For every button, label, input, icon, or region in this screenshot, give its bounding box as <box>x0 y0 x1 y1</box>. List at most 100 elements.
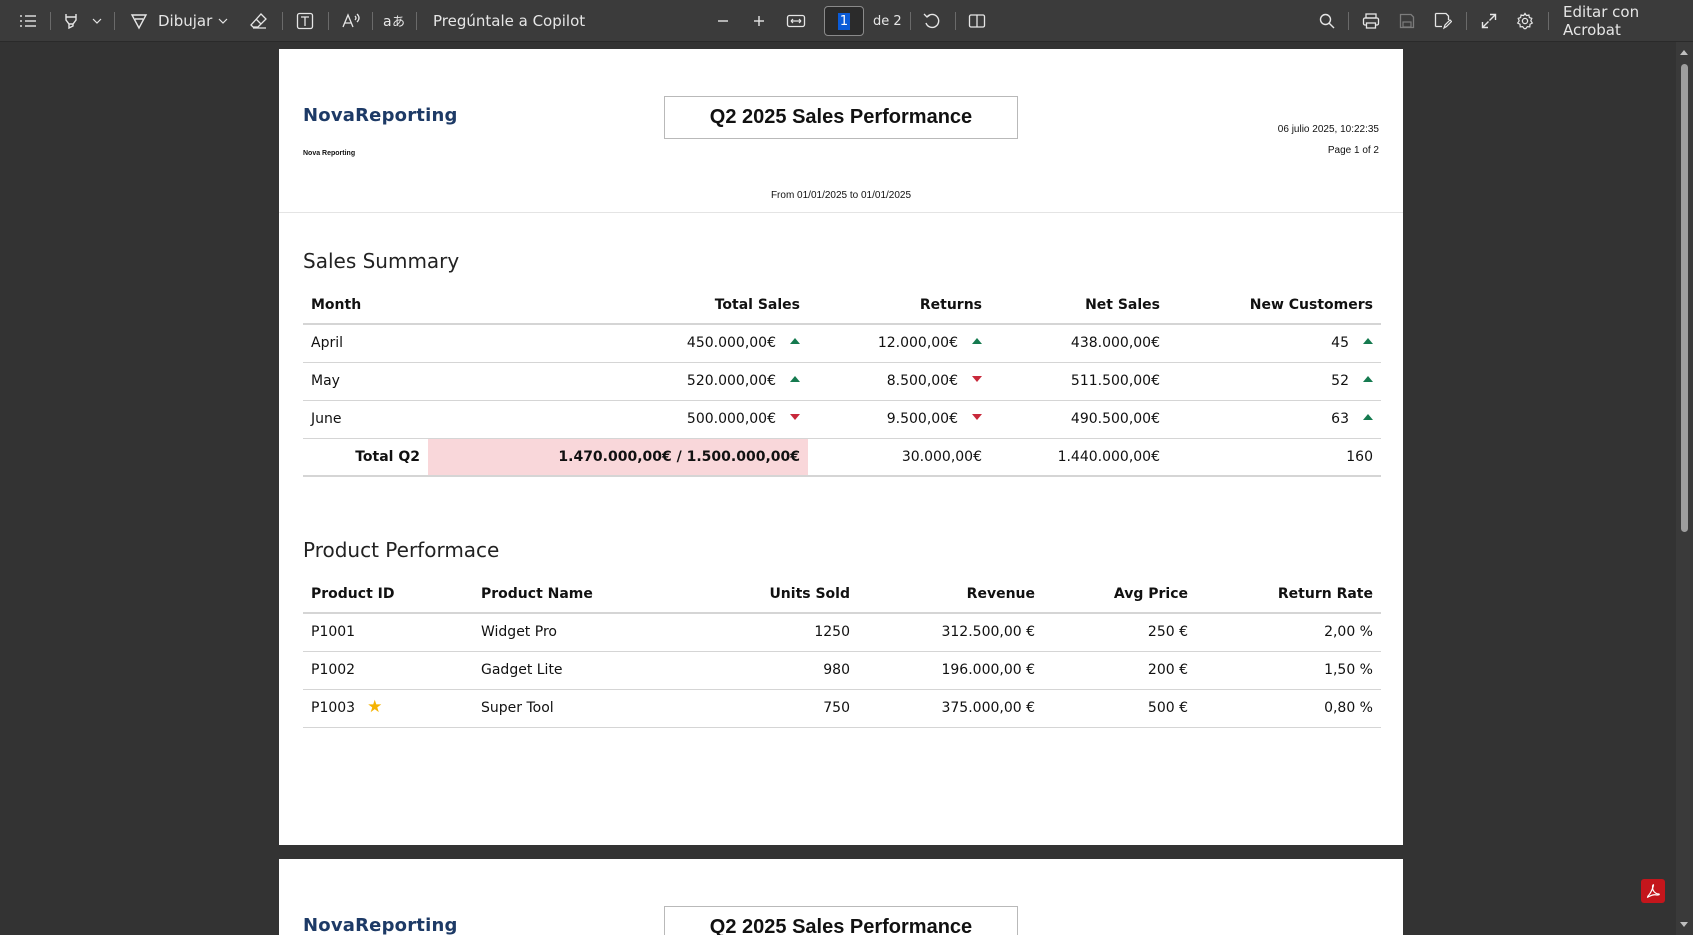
company-logo: NovaReporting <box>303 105 458 126</box>
scroll-up-arrow-icon[interactable] <box>1680 50 1688 55</box>
revenue-cell: 196.000,00 € <box>858 651 1043 690</box>
date-range: From 01/01/2025 to 01/01/2025 <box>770 190 912 201</box>
cell-value: 8.500,00€ <box>886 373 958 389</box>
fullscreen-icon[interactable] <box>1478 0 1500 42</box>
page-view-icon[interactable] <box>966 0 988 42</box>
cell-value: 63 <box>1331 411 1349 427</box>
edit-with-acrobat-button[interactable]: Editar con Acrobat <box>1563 0 1693 42</box>
page-total: de 2 <box>873 13 902 29</box>
month-cell: June <box>303 400 428 439</box>
new-customers-cell: 52 <box>1168 362 1381 401</box>
draw-label: Dibujar <box>158 12 213 30</box>
svg-text:あ: あ <box>392 15 405 30</box>
total-sales-cell: 450.000,00€ <box>428 324 808 363</box>
print-icon[interactable] <box>1360 0 1382 42</box>
returns-cell: 9.500,00€ <box>808 400 990 439</box>
units-sold-cell: 750 <box>673 689 858 728</box>
returns-cell: 12.000,00€ <box>808 324 990 363</box>
table-row: June 500.000,00€ 9.500,00€ 490.500,00€ 6… <box>303 400 1381 439</box>
fit-width-icon[interactable] <box>784 0 808 42</box>
total-returns-cell: 30.000,00€ <box>808 438 990 477</box>
acrobat-logo-icon[interactable] <box>1641 879 1665 903</box>
settings-gear-icon[interactable] <box>1514 0 1536 42</box>
total-sales-cell: 500.000,00€ <box>428 400 808 439</box>
header-divider <box>279 212 1403 213</box>
page-number-input[interactable]: 1 <box>824 6 864 36</box>
highlight-dropdown-chevron-icon[interactable] <box>88 0 106 42</box>
edit-with-acrobat-label: Editar con Acrobat <box>1563 3 1640 39</box>
scrollbar-thumb[interactable] <box>1681 64 1688 532</box>
return-rate-cell: 1,50 % <box>1196 651 1381 690</box>
return-rate-cell: 0,80 % <box>1196 689 1381 728</box>
pdf-page-1: NovaReporting Nova Reporting Q2 2025 Sal… <box>279 49 1403 845</box>
scroll-down-arrow-icon[interactable] <box>1680 922 1688 927</box>
rotate-icon[interactable] <box>921 0 943 42</box>
product-name-cell: Super Tool <box>473 689 673 728</box>
product-performance-table: Product ID Product Name Units Sold Reven… <box>303 576 1381 728</box>
report-title: Q2 2025 Sales Performance <box>664 96 1018 139</box>
add-text-icon[interactable] <box>294 0 316 42</box>
revenue-cell: 312.500,00 € <box>858 613 1043 652</box>
net-sales-cell: 438.000,00€ <box>990 324 1168 363</box>
cell-value: P1003 <box>311 700 356 716</box>
table-header-row: Month Total Sales Returns Net Sales New … <box>303 287 1381 325</box>
column-header: Total Sales <box>428 287 808 325</box>
cell-value: 500.000,00€ <box>686 411 776 427</box>
logo-subtitle: Nova Reporting <box>303 150 356 157</box>
total-sales-cell: 520.000,00€ <box>428 362 808 401</box>
table-header-row: Product ID Product Name Units Sold Reven… <box>303 576 1381 614</box>
product-name-cell: Gadget Lite <box>473 651 673 690</box>
table-row: P1002 Gadget Lite 980 196.000,00 € 200 €… <box>303 651 1381 690</box>
contents-icon[interactable] <box>16 0 40 42</box>
table-row: May 520.000,00€ 8.500,00€ 511.500,00€ 52 <box>303 362 1381 401</box>
pdf-page-2: NovaReporting Q2 2025 Sales Performance <box>279 859 1403 935</box>
total-new-customers-cell: 160 <box>1168 438 1381 477</box>
search-icon[interactable] <box>1316 0 1338 42</box>
eraser-icon[interactable] <box>248 0 270 42</box>
svg-text:a: a <box>383 14 392 30</box>
return-rate-cell: 2,00 % <box>1196 613 1381 652</box>
net-sales-cell: 490.500,00€ <box>990 400 1168 439</box>
translate-icon[interactable]: aあ <box>382 0 406 42</box>
product-performance-title: Product Performace <box>303 538 500 562</box>
new-customers-cell: 63 <box>1168 400 1381 439</box>
units-sold-cell: 1250 <box>673 613 858 652</box>
read-aloud-icon[interactable] <box>340 0 362 42</box>
column-header: New Customers <box>1168 287 1381 325</box>
column-header: Net Sales <box>990 287 1168 325</box>
total-label-cell: Total Q2 <box>303 438 428 477</box>
table-row: April 450.000,00€ 12.000,00€ 438.000,00€… <box>303 324 1381 363</box>
trend-down-icon <box>972 414 982 420</box>
cell-value: 450.000,00€ <box>686 335 776 352</box>
month-cell: May <box>303 362 428 401</box>
avg-price-cell: 500 € <box>1043 689 1196 728</box>
avg-price-cell: 250 € <box>1043 613 1196 652</box>
month-cell: April <box>303 324 428 363</box>
save-as-icon[interactable] <box>1432 0 1454 42</box>
cell-value: 9.500,00€ <box>886 411 958 427</box>
save-icon[interactable] <box>1396 0 1418 42</box>
zoom-in-icon[interactable] <box>748 0 770 42</box>
avg-price-cell: 200 € <box>1043 651 1196 690</box>
column-header: Revenue <box>858 576 1043 614</box>
column-header: Return Rate <box>1196 576 1381 614</box>
copilot-button[interactable]: Pregúntale a Copilot <box>433 0 585 42</box>
zoom-out-icon[interactable] <box>712 0 734 42</box>
page-indicator: Page 1 of 2 <box>1327 145 1379 156</box>
product-id-cell: P1002 <box>303 651 473 690</box>
product-name-cell: Widget Pro <box>473 613 673 652</box>
column-header: Units Sold <box>673 576 858 614</box>
highlight-icon[interactable] <box>60 0 82 42</box>
column-header: Avg Price <box>1043 576 1196 614</box>
total-sales-vs-target-cell: 1.470.000,00€ / 1.500.000,00€ <box>428 438 808 477</box>
sales-summary-title: Sales Summary <box>303 249 460 273</box>
column-header: Product Name <box>473 576 673 614</box>
net-sales-cell: 511.500,00€ <box>990 362 1168 401</box>
product-id-cell: P1003 ★ <box>303 689 473 728</box>
draw-button[interactable]: Dibujar <box>158 0 212 42</box>
table-row: P1003 ★ Super Tool 750 375.000,00 € 500 €… <box>303 689 1381 728</box>
report-date: 06 julio 2025, 10:22:35 <box>1277 124 1379 135</box>
draw-dropdown-chevron-icon[interactable] <box>214 0 232 42</box>
draw-icon[interactable] <box>128 0 150 42</box>
pdf-toolbar: Dibujar aあ Pregúntale a Copilot 1 de 2 E… <box>0 0 1693 42</box>
